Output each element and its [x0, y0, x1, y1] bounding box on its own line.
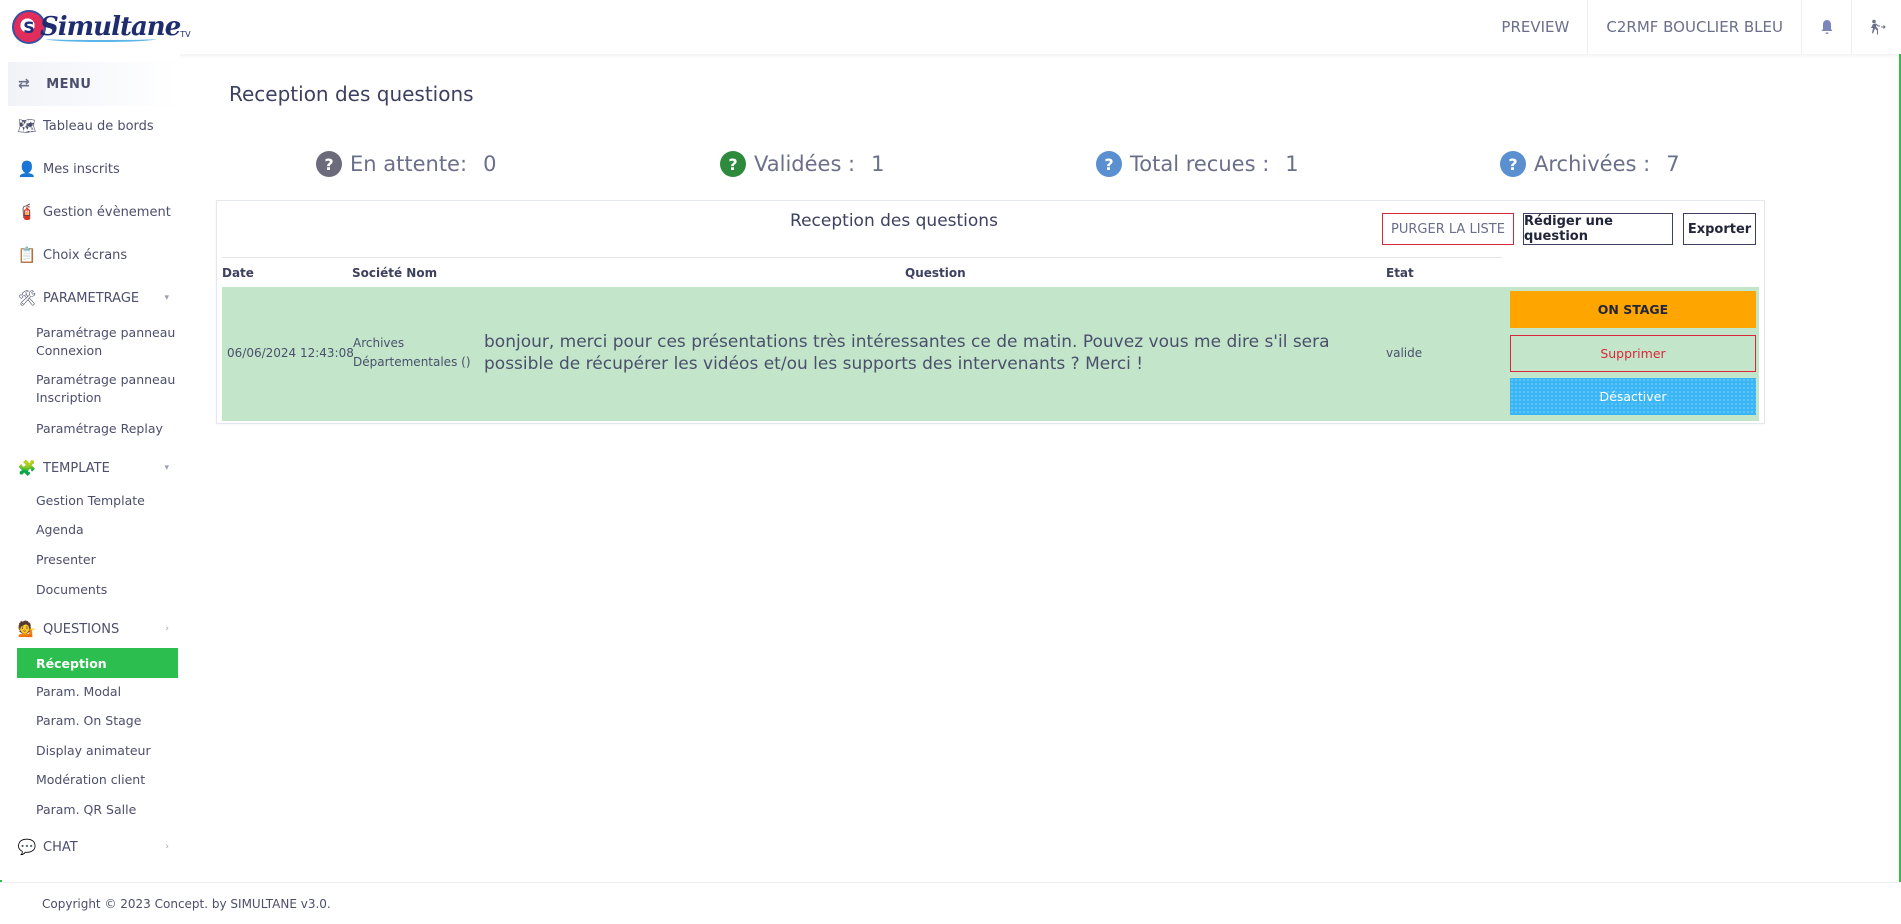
copyright-text: Copyright © 2023 Concept. by SIMULTANE v…	[42, 896, 331, 911]
question-icon: ?	[1500, 151, 1526, 177]
table-header: Date Société Nom Question Etat	[222, 257, 1502, 287]
stat-label: Validées :	[754, 152, 856, 176]
logo[interactable]: S Simultane TV	[12, 8, 191, 46]
extinguisher-icon: 🧯	[17, 203, 37, 221]
stat-value: 0	[483, 152, 497, 176]
question-icon: ?	[1096, 151, 1122, 177]
logout-icon[interactable]	[1851, 0, 1901, 54]
sidebar-sub-agenda[interactable]: Agenda	[36, 521, 176, 539]
sidebar-item-label: Choix écrans	[43, 247, 128, 263]
sidebar-item-label: Gestion évènement	[43, 204, 171, 220]
stat-label: Archivées :	[1534, 152, 1651, 176]
stat-value: 1	[871, 152, 885, 176]
sidebar-sub-display-animateur[interactable]: Display animateur	[36, 742, 176, 760]
preview-link[interactable]: PREVIEW	[1483, 0, 1587, 54]
sidebar-sub-param-qr-salle[interactable]: Param. QR Salle	[36, 801, 176, 819]
sidebar-item-label: Tableau de bords	[43, 118, 154, 134]
cell-date: 06/06/2024 12:43:08	[227, 346, 354, 360]
bell-icon[interactable]	[1801, 0, 1851, 54]
sidebar-item-mes-inscrits[interactable]: 👤 Mes inscrits	[17, 159, 177, 179]
sidebar-item-choix-ecrans[interactable]: 📋 Choix écrans	[17, 245, 177, 265]
page-title: Reception des questions	[229, 82, 474, 106]
sidebar-item-chat[interactable]: 💬 CHAT ›	[17, 837, 177, 857]
logo-sub: TV	[180, 29, 191, 39]
chevron-down-icon: ▾	[164, 463, 169, 473]
sidebar: ⇄ MENU 🗺 Tableau de bords 👤 Mes inscrits…	[0, 54, 180, 880]
logo-swoosh	[46, 36, 156, 42]
sidebar-sub-reception[interactable]: Réception	[17, 648, 178, 678]
sidebar-sub-param-replay[interactable]: Paramétrage Replay	[36, 420, 176, 438]
write-question-button[interactable]: Rédiger une question	[1523, 213, 1673, 245]
puzzle-icon: 🧩	[17, 459, 37, 477]
menu-toggle[interactable]: ⇄ MENU	[8, 62, 180, 106]
stat-label: En attente:	[350, 152, 468, 176]
stat-value: 1	[1285, 152, 1299, 176]
card-title: Reception des questions	[790, 211, 998, 231]
stat-archivees: ? Archivées : 7	[1500, 151, 1680, 177]
sidebar-item-questions[interactable]: 💁 QUESTIONS ›	[17, 619, 177, 639]
stat-total-recues: ? Total recues : 1	[1096, 151, 1299, 177]
swap-icon: ⇄	[18, 76, 31, 92]
questions-card: Reception des questions PURGER LA LISTE …	[216, 200, 1765, 424]
column-header-date[interactable]: Date	[222, 266, 254, 280]
sidebar-item-label: QUESTIONS	[43, 621, 120, 637]
stat-value: 7	[1666, 152, 1680, 176]
chevron-down-icon: ▾	[164, 293, 169, 303]
export-button[interactable]: Exporter	[1683, 213, 1756, 245]
tools-icon: 🛠	[17, 289, 37, 307]
table-row: 06/06/2024 12:43:08 Archives Département…	[222, 287, 1759, 421]
sidebar-sub-moderation-client[interactable]: Modération client	[36, 771, 176, 789]
client-name-link[interactable]: C2RMF BOUCLIER BLEU	[1587, 0, 1801, 54]
deactivate-button[interactable]: Désactiver	[1510, 378, 1756, 415]
sidebar-sub-gestion-template[interactable]: Gestion Template	[36, 492, 176, 510]
chevron-right-icon: ›	[165, 624, 169, 634]
column-header-societe[interactable]: Société Nom	[352, 266, 437, 280]
person-question-icon: 💁	[17, 620, 37, 638]
stat-label: Total recues :	[1130, 152, 1270, 176]
column-header-question[interactable]: Question	[905, 266, 966, 280]
delete-button[interactable]: Supprimer	[1510, 335, 1756, 372]
sidebar-sub-documents[interactable]: Documents	[36, 581, 176, 599]
sidebar-item-template[interactable]: 🧩 TEMPLATE ▾	[17, 458, 177, 478]
column-header-etat[interactable]: Etat	[1386, 266, 1414, 280]
sidebar-item-label: PARAMETRAGE	[43, 290, 140, 306]
sidebar-item-label: CHAT	[43, 839, 78, 855]
user-icon: 👤	[17, 160, 37, 178]
sidebar-item-gestion-evenement[interactable]: 🧯 Gestion évènement	[17, 202, 177, 222]
question-icon: ?	[316, 151, 342, 177]
sidebar-sub-param-inscription[interactable]: Paramétrage panneau Inscription	[36, 371, 176, 407]
purge-list-button[interactable]: PURGER LA LISTE	[1382, 213, 1514, 245]
on-stage-button[interactable]: ON STAGE	[1510, 291, 1756, 328]
cell-etat: valide	[1386, 346, 1423, 360]
sidebar-item-parametrage[interactable]: 🛠 PARAMETRAGE ▾	[17, 288, 177, 308]
window-frame	[0, 0, 1901, 924]
sidebar-item-label: TEMPLATE	[43, 460, 110, 476]
stat-validees: ? Validées : 1	[720, 151, 885, 177]
sidebar-sub-presenter[interactable]: Presenter	[36, 551, 176, 569]
cell-question: bonjour, merci pour ces présentations tr…	[484, 332, 1330, 374]
chat-icon: 💬	[17, 838, 37, 856]
chevron-right-icon: ›	[165, 842, 169, 852]
sidebar-sub-param-on-stage[interactable]: Param. On Stage	[36, 712, 176, 730]
cell-societe-line2: Départementales ()	[353, 355, 471, 369]
stat-en-attente: ? En attente: 0	[316, 151, 496, 177]
header-right: PREVIEW C2RMF BOUCLIER BLEU	[1483, 0, 1901, 54]
cell-societe-line1: Archives	[353, 336, 405, 350]
clipboard-icon: 📋	[17, 246, 37, 264]
map-icon: 🗺	[17, 117, 37, 135]
sidebar-sub-param-modal[interactable]: Param. Modal	[36, 683, 176, 701]
question-icon: ?	[720, 151, 746, 177]
footer: Copyright © 2023 Concept. by SIMULTANE v…	[0, 882, 1901, 924]
sidebar-item-tableau-de-bords[interactable]: 🗺 Tableau de bords	[17, 116, 177, 136]
sidebar-sub-param-connexion[interactable]: Paramétrage panneau Connexion	[36, 324, 176, 360]
top-header: S Simultane TV PREVIEW C2RMF BOUCLIER BL…	[0, 0, 1901, 54]
menu-label: MENU	[46, 76, 92, 92]
sidebar-item-label: Mes inscrits	[43, 161, 120, 177]
